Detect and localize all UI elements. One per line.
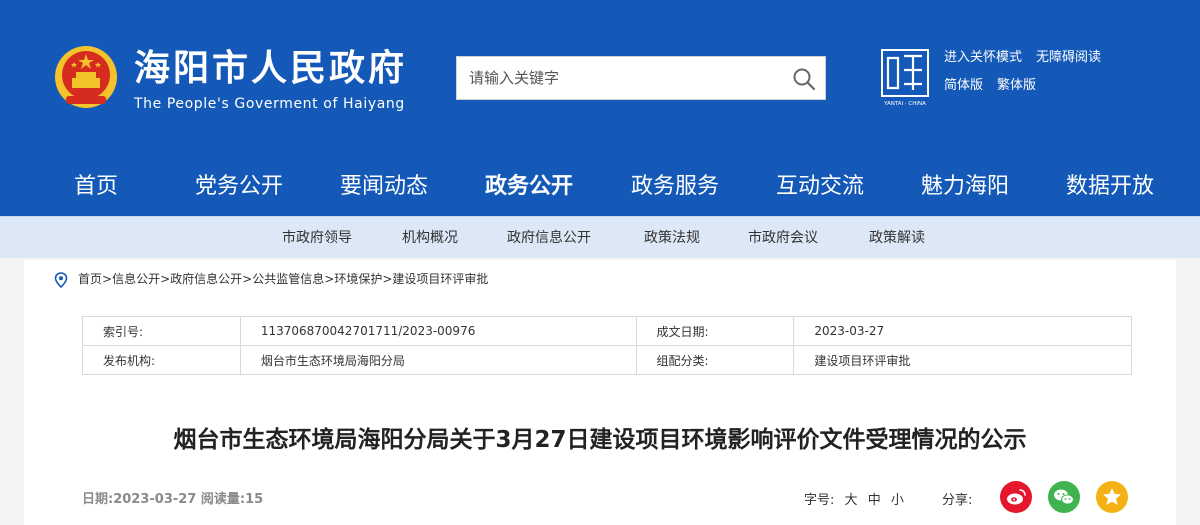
search-input[interactable] [469, 57, 769, 99]
index-label: 索引号: [82, 316, 241, 346]
table-row: 发布机构: 烟台市生态环境局海阳分局 组配分类: 建设项目环评审批 [82, 345, 1132, 375]
font-size-medium[interactable]: 中 [868, 493, 881, 508]
search-box [456, 56, 826, 100]
subnav-leaders[interactable]: 市政府领导 [282, 217, 352, 259]
table-row: 索引号: 113706870042701711/2023-00976 成文日期:… [82, 316, 1132, 346]
font-size-small[interactable]: 小 [891, 493, 904, 508]
font-size-large[interactable]: 大 [845, 493, 858, 508]
site-header: 海阳市人民政府 The People's Goverment of Haiyan… [0, 0, 1200, 158]
publisher-value: 烟台市生态环境局海阳分局 [239, 345, 637, 375]
metadata-table: 索引号: 113706870042701711/2023-00976 成文日期:… [82, 316, 1132, 375]
crumb-public-supervision[interactable]: 公共监管信息 [252, 272, 324, 286]
subnav-gov-info[interactable]: 政府信息公开 [507, 217, 591, 259]
yantai-logo-icon: YANTAI · CHINA [881, 49, 929, 107]
crumb-info-open[interactable]: 信息公开 [112, 272, 160, 286]
accessibility-link[interactable]: 无障碍阅读 [1036, 50, 1101, 65]
wechat-icon[interactable] [1048, 481, 1080, 513]
subnav-institutions[interactable]: 机构概况 [402, 217, 458, 259]
nav-open-data[interactable]: 数据开放 [1066, 158, 1154, 216]
location-pin-icon [54, 271, 68, 288]
date-label: 成文日期: [635, 316, 795, 346]
care-mode-link[interactable]: 进入关怀模式 [944, 50, 1022, 65]
publisher-label: 发布机构: [82, 345, 241, 375]
site-subtitle: The People's Goverment of Haiyang [134, 96, 405, 112]
content-panel: 首页>信息公开>政府信息公开>公共监管信息>环境保护>建设项目环评审批 索引号:… [24, 260, 1176, 525]
search-icon[interactable] [791, 66, 817, 92]
subnav-policies[interactable]: 政策法规 [644, 217, 700, 259]
nav-gov-affairs[interactable]: 政务公开 [485, 158, 573, 216]
subnav-meetings[interactable]: 市政府会议 [748, 217, 818, 259]
subnav-interpretation[interactable]: 政策解读 [869, 217, 925, 259]
site-title: 海阳市人民政府 [134, 48, 408, 89]
simplified-chinese-link[interactable]: 简体版 [944, 78, 983, 93]
nav-news[interactable]: 要闻动态 [340, 158, 428, 216]
qzone-icon[interactable] [1096, 481, 1128, 513]
header-links: 进入关怀模式 无障碍阅读 简体版 繁体版 [944, 44, 1115, 100]
traditional-chinese-link[interactable]: 繁体版 [997, 78, 1036, 93]
nav-interaction[interactable]: 互动交流 [776, 158, 864, 216]
index-value: 113706870042701711/2023-00976 [239, 316, 637, 346]
nav-gov-services[interactable]: 政务服务 [631, 158, 719, 216]
article-info: 日期:2023-03-27 阅读量:15 [82, 492, 264, 507]
breadcrumb: 首页>信息公开>政府信息公开>公共监管信息>环境保护>建设项目环评审批 [54, 270, 488, 288]
crumb-eia-approval[interactable]: 建设项目环评审批 [392, 272, 488, 286]
article-title: 烟台市生态环境局海阳分局关于3月27日建设项目环境影响评价文件受理情况的公示 [173, 427, 1027, 453]
date-value: 2023-03-27 [793, 316, 1132, 346]
nav-home[interactable]: 首页 [74, 158, 118, 216]
font-size-control: 字号: 大 中 小 [804, 489, 904, 508]
main-nav: 首页 党务公开 要闻动态 政务公开 政务服务 互动交流 魅力海阳 数据开放 [0, 158, 1200, 216]
crumb-env-protection[interactable]: 环境保护 [334, 272, 382, 286]
nav-party-affairs[interactable]: 党务公开 [195, 158, 283, 216]
share-label: 分享: [942, 493, 973, 508]
weibo-icon[interactable] [1000, 481, 1032, 513]
category-value: 建设项目环评审批 [793, 345, 1132, 375]
nav-charm-haiyang[interactable]: 魅力海阳 [921, 158, 1009, 216]
logo-caption: YANTAI · CHINA [883, 101, 926, 107]
sub-nav: 市政府领导 机构概况 政府信息公开 政策法规 市政府会议 政策解读 [0, 216, 1200, 258]
font-size-label: 字号: [804, 493, 835, 508]
category-label: 组配分类: [635, 345, 795, 375]
crumb-gov-info-open[interactable]: 政府信息公开 [170, 272, 242, 286]
crumb-home[interactable]: 首页 [78, 272, 102, 286]
national-emblem-icon [55, 46, 117, 108]
